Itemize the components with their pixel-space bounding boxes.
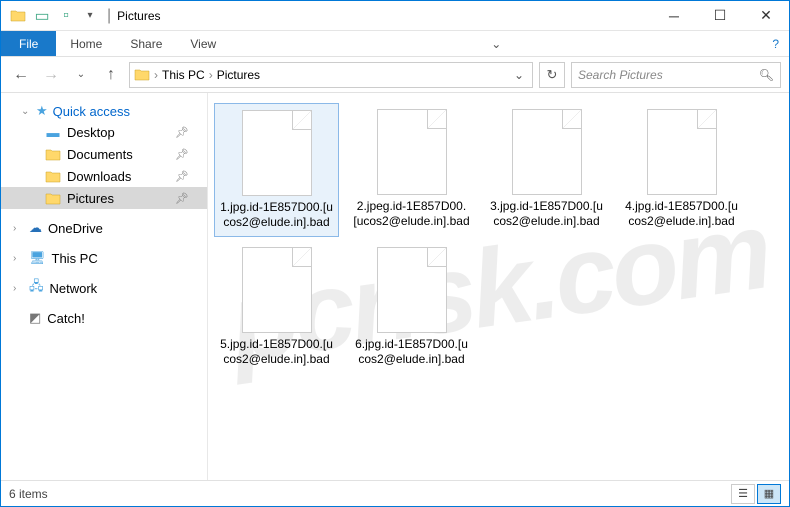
sidebar-item-label: Pictures <box>67 191 114 206</box>
desktop-icon: ▬ <box>45 124 61 140</box>
file-name: 4.jpg.id-1E857D00.[ucos2@elude.in].bad <box>623 199 740 229</box>
back-button[interactable]: ← <box>9 63 33 87</box>
sidebar-item-label: Network <box>50 281 98 296</box>
breadcrumb-sep-icon: › <box>154 68 158 82</box>
sidebar-item-onedrive[interactable]: › ☁ OneDrive <box>1 217 207 239</box>
title-separator: | <box>107 7 111 25</box>
pin-icon: 📌︎ <box>175 148 189 161</box>
sidebar-item-network[interactable]: › 🖧︎ Network <box>1 277 207 299</box>
home-tab[interactable]: Home <box>56 31 116 56</box>
folder-icon <box>45 168 61 184</box>
navigation-bar: ← → ⌄ ↑ › This PC › Pictures ⌄ ↻ Search … <box>1 57 789 93</box>
file-name: 5.jpg.id-1E857D00.[ucos2@elude.in].bad <box>218 337 335 367</box>
star-icon: ★ <box>36 103 48 119</box>
file-thumbnail-icon <box>512 109 582 195</box>
expand-icon[interactable]: › <box>13 223 16 234</box>
file-item[interactable]: 5.jpg.id-1E857D00.[ucos2@elude.in].bad <box>214 241 339 373</box>
file-thumbnail-icon <box>242 247 312 333</box>
qat-newfolder-icon[interactable]: ▫ <box>55 5 77 27</box>
folder-icon <box>45 190 61 206</box>
ribbon-expand-icon[interactable]: ⌄ <box>481 31 511 56</box>
navigation-pane: ⌄ ★ Quick access ▬ Desktop 📌︎ Documents … <box>1 93 208 480</box>
recent-dropdown-icon[interactable]: ⌄ <box>69 63 93 87</box>
window-title: Pictures <box>117 9 160 23</box>
file-item[interactable]: 2.jpeg.id-1E857D00.[ucos2@elude.in].bad <box>349 103 474 237</box>
sidebar-item-label: Desktop <box>67 125 115 140</box>
file-thumbnail-icon <box>377 247 447 333</box>
file-item[interactable]: 4.jpg.id-1E857D00.[ucos2@elude.in].bad <box>619 103 744 237</box>
sidebar-item-label: Downloads <box>67 169 131 184</box>
status-bar: 6 items ☰ ▦ <box>1 480 789 506</box>
minimize-button[interactable]: ─ <box>651 1 697 31</box>
breadcrumb-root[interactable]: This PC <box>162 68 205 82</box>
qat-properties-icon[interactable]: ▭ <box>31 5 53 27</box>
title-bar: ▭ ▫ ▾ | Pictures ─ ☐ ✕ <box>1 1 789 31</box>
ribbon-tabs: File Home Share View ⌄ ? <box>1 31 789 57</box>
up-button[interactable]: ↑ <box>99 63 123 87</box>
sidebar-item-pictures[interactable]: Pictures 📌︎ <box>1 187 207 209</box>
view-tab[interactable]: View <box>176 31 230 56</box>
pc-icon: 🖥︎ <box>29 250 46 266</box>
icons-view-button[interactable]: ▦ <box>757 484 781 504</box>
address-folder-icon <box>134 68 150 81</box>
sidebar-item-downloads[interactable]: Downloads 📌︎ <box>1 165 207 187</box>
folder-icon <box>45 146 61 162</box>
file-thumbnail-icon <box>377 109 447 195</box>
details-view-button[interactable]: ☰ <box>731 484 755 504</box>
search-input[interactable]: Search Pictures 🔍︎ <box>571 62 781 88</box>
file-name: 3.jpg.id-1E857D00.[ucos2@elude.in].bad <box>488 199 605 229</box>
sidebar-item-catch[interactable]: ◩ Catch! <box>1 307 207 329</box>
maximize-button[interactable]: ☐ <box>697 1 743 31</box>
file-name: 2.jpeg.id-1E857D00.[ucos2@elude.in].bad <box>353 199 470 229</box>
sidebar-item-documents[interactable]: Documents 📌︎ <box>1 143 207 165</box>
sidebar-item-label: Quick access <box>53 104 130 119</box>
file-name: 1.jpg.id-1E857D00.[ucos2@elude.in].bad <box>219 200 334 230</box>
breadcrumb-current[interactable]: Pictures <box>217 68 260 82</box>
sidebar-item-label: Catch! <box>47 311 85 326</box>
sidebar-quick-access[interactable]: ⌄ ★ Quick access <box>1 101 207 121</box>
qat-dropdown-icon[interactable]: ▾ <box>79 5 101 27</box>
breadcrumb-sep-icon: › <box>209 68 213 82</box>
cloud-icon: ☁ <box>29 220 42 236</box>
share-tab[interactable]: Share <box>116 31 176 56</box>
help-icon[interactable]: ? <box>762 31 789 56</box>
file-item[interactable]: 3.jpg.id-1E857D00.[ucos2@elude.in].bad <box>484 103 609 237</box>
network-icon: 🖧︎ <box>29 277 44 299</box>
search-icon[interactable]: 🔍︎ <box>759 68 774 82</box>
search-placeholder: Search Pictures <box>578 68 759 82</box>
expand-icon[interactable]: › <box>13 253 16 264</box>
forward-button[interactable]: → <box>39 63 63 87</box>
sidebar-item-label: Documents <box>67 147 133 162</box>
expand-icon[interactable]: ⌄ <box>21 106 31 117</box>
sidebar-item-desktop[interactable]: ▬ Desktop 📌︎ <box>1 121 207 143</box>
sidebar-item-label: OneDrive <box>48 221 103 236</box>
address-dropdown-icon[interactable]: ⌄ <box>510 68 528 82</box>
file-thumbnail-icon <box>647 109 717 195</box>
address-bar[interactable]: › This PC › Pictures ⌄ <box>129 62 533 88</box>
file-list[interactable]: pcrisk.com 1.jpg.id-1E857D00.[ucos2@elud… <box>208 93 789 480</box>
file-item[interactable]: 1.jpg.id-1E857D00.[ucos2@elude.in].bad <box>214 103 339 237</box>
sidebar-item-thispc[interactable]: › 🖥︎ This PC <box>1 247 207 269</box>
catch-icon: ◩ <box>29 310 41 326</box>
folder-icon <box>7 5 29 27</box>
expand-icon[interactable]: › <box>13 283 16 294</box>
item-count: 6 items <box>9 487 48 501</box>
file-tab[interactable]: File <box>1 31 56 56</box>
pin-icon: 📌︎ <box>175 126 189 139</box>
pin-icon: 📌︎ <box>175 170 189 183</box>
file-item[interactable]: 6.jpg.id-1E857D00.[ucos2@elude.in].bad <box>349 241 474 373</box>
file-thumbnail-icon <box>242 110 312 196</box>
close-button[interactable]: ✕ <box>743 1 789 31</box>
file-name: 6.jpg.id-1E857D00.[ucos2@elude.in].bad <box>353 337 470 367</box>
pin-icon: 📌︎ <box>175 192 189 205</box>
refresh-button[interactable]: ↻ <box>539 62 565 88</box>
sidebar-item-label: This PC <box>52 251 98 266</box>
